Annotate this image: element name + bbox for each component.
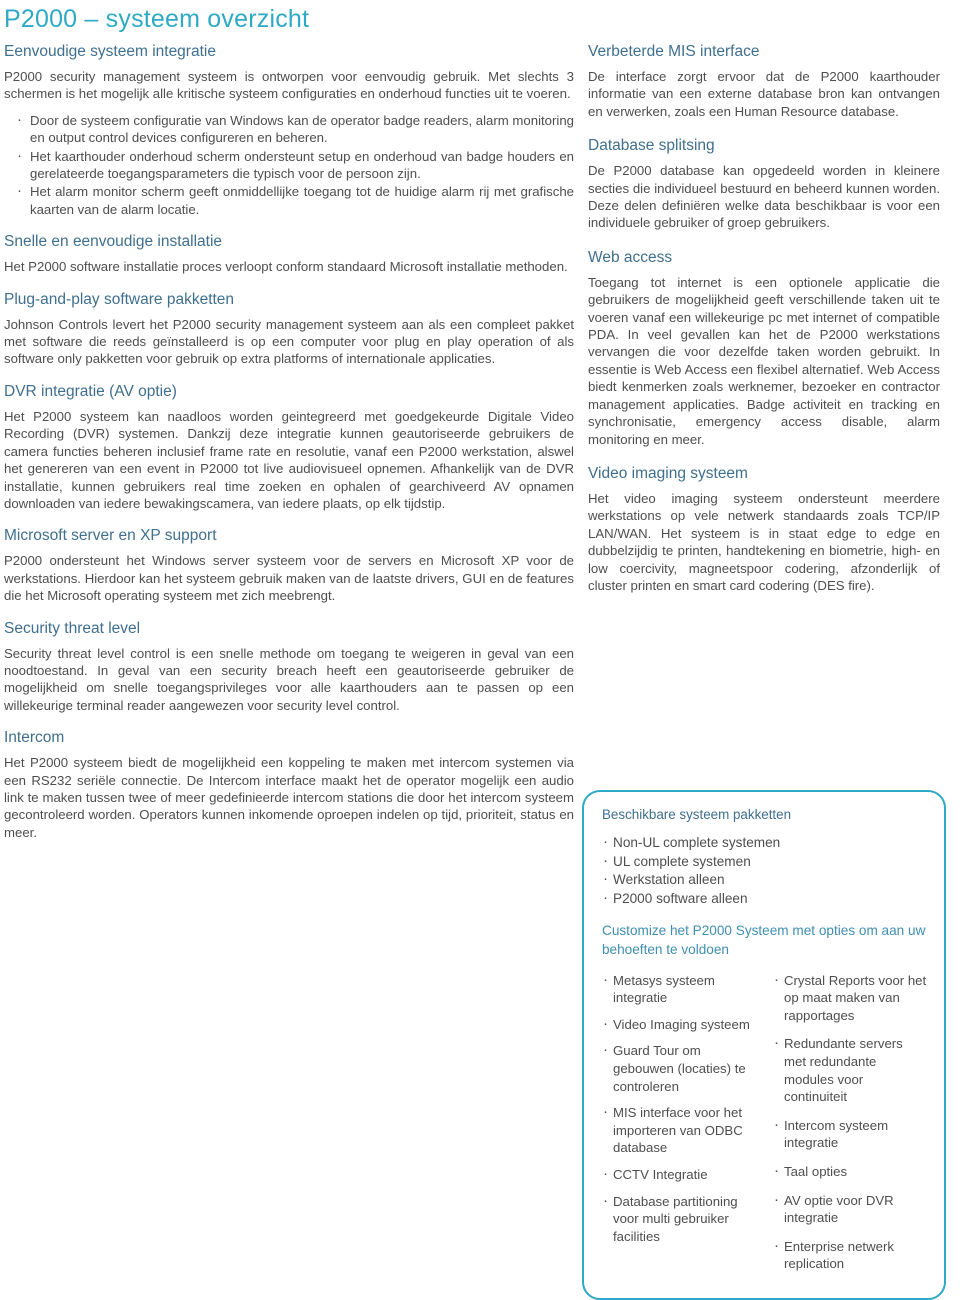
section-heading-database-splitsing: Database splitsing <box>588 137 715 155</box>
list-item: MIS interface voor het importeren van OD… <box>602 1103 757 1157</box>
available-packages-box: Beschikbare systeem pakketten Non-UL com… <box>582 790 946 1300</box>
options-column-right: Crystal Reports voor het op maat maken v… <box>773 971 928 1284</box>
list-item: CCTV Integratie <box>602 1165 757 1184</box>
list-item: Non-UL complete systemen <box>602 833 928 853</box>
section-heading-snelle-en-eenvoudige-installatie: Snelle en eenvoudige installatie <box>4 233 223 251</box>
list-item: P2000 software alleen <box>602 889 928 909</box>
options-column-left: Metasys systeem integratie Video Imaging… <box>602 971 757 1284</box>
list-item: Werkstation alleen <box>602 870 928 890</box>
list-item: Door de systeem configuratie van Windows… <box>4 111 574 147</box>
list-item: Het kaarthouder onderhoud scherm onderst… <box>4 147 574 183</box>
options-list-right: Crystal Reports voor het op maat maken v… <box>773 971 928 1273</box>
section-paragraph: Toegang tot internet is een optionele ap… <box>588 274 940 447</box>
list-item: Guard Tour om gebouwen (locaties) te con… <box>602 1041 757 1095</box>
customize-cta-text: Customize het P2000 Systeem met opties o… <box>602 923 926 957</box>
section-paragraph: Het P2000 software installatie proces ve… <box>4 259 568 275</box>
list-item: Taal opties <box>773 1162 928 1181</box>
section-heading-verbeterde-mis-interface: Verbeterde MIS interface <box>588 43 760 60</box>
list-item: Redundante servers met redundante module… <box>773 1034 928 1105</box>
right-column: Verbeterde MIS interface De interface zo… <box>582 42 946 1300</box>
list-item: Database partitioning voor multi gebruik… <box>602 1192 757 1246</box>
section-heading-web-access: Web access <box>588 248 673 266</box>
list-item: Metasys systeem integratie <box>602 971 757 1007</box>
section-heading-dvr-integratie: DVR integratie (AV optie) <box>4 382 177 400</box>
options-list-left: Metasys systeem integratie Video Imaging… <box>602 971 757 1246</box>
packages-list: Non-UL complete systemen UL complete sys… <box>602 833 928 909</box>
section-paragraph: Het P2000 systeem kan naadloos worden ge… <box>4 408 574 511</box>
list-item: Enterprise netwerk replication <box>773 1237 928 1273</box>
section-paragraph: De P2000 database kan opgedeeld worden i… <box>588 163 940 231</box>
section-heading-plug-and-play-software-pakketten: Plug-and-play software pakketten <box>4 290 235 308</box>
section-paragraph: De interface zorgt ervoor dat de P2000 k… <box>588 69 940 119</box>
section-paragraph: P2000 ondersteunt het Windows server sys… <box>4 553 574 604</box>
list-item: Het alarm monitor scherm geeft onmiddell… <box>4 182 574 218</box>
section-heading-eenvoudige-systeem-integratie: Eenvoudige systeem integratie <box>4 43 216 60</box>
section-heading-intercom: Intercom <box>4 729 65 747</box>
section-paragraph: P2000 security management systeem is ont… <box>4 69 574 102</box>
section-heading-microsoft-server-en-xp-support: Microsoft server en XP support <box>4 527 217 545</box>
list-item: Crystal Reports voor het op maat maken v… <box>773 971 928 1025</box>
left-column: Eenvoudige systeem integratie P2000 secu… <box>4 42 574 850</box>
packages-box-title: Beschikbare systeem pakketten <box>602 807 792 822</box>
section-paragraph: Johnson Controls levert het P2000 securi… <box>4 316 574 367</box>
page-title: P2000 – systeem overzicht <box>4 5 310 33</box>
list-item: Intercom systeem integratie <box>773 1116 928 1152</box>
section-paragraph: Security threat level control is een sne… <box>4 645 574 713</box>
section-paragraph: Het video imaging systeem ondersteunt me… <box>588 490 940 593</box>
section-paragraph: Het P2000 systeem biedt de mogelijkheid … <box>4 755 574 840</box>
section-heading-security-threat-level: Security threat level <box>4 619 141 637</box>
section-heading-video-imaging-systeem: Video imaging systeem <box>588 464 748 482</box>
document-page: P2000 – systeem overzicht Eenvoudige sys… <box>0 0 960 1300</box>
options-columns: Metasys systeem integratie Video Imaging… <box>602 971 928 1284</box>
list-item: Video Imaging systeem <box>602 1015 757 1034</box>
section-bullet-list: Door de systeem configuratie van Windows… <box>4 111 574 218</box>
list-item: AV optie voor DVR integratie <box>773 1190 928 1227</box>
list-item: UL complete systemen <box>602 852 928 872</box>
